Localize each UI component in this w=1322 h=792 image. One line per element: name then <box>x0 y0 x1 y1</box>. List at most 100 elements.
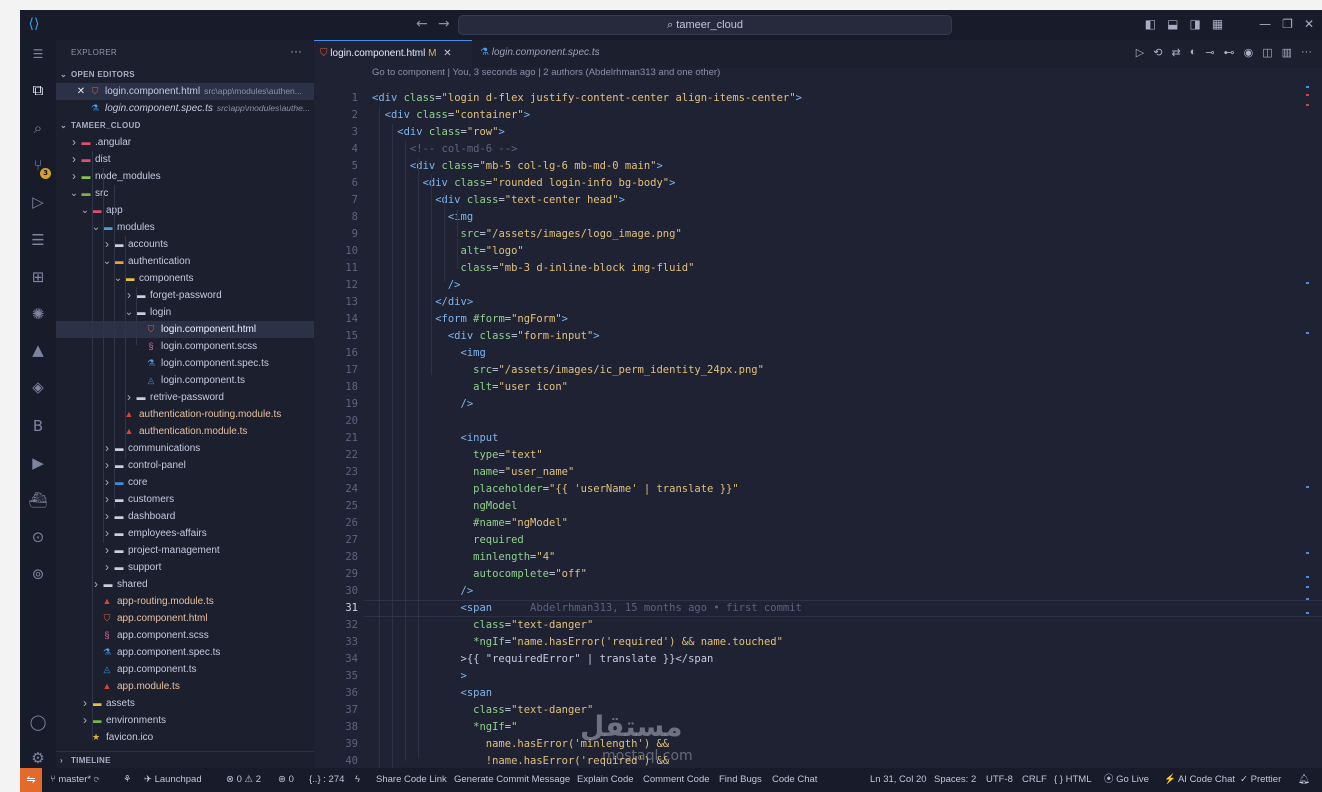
close-tab-icon[interactable]: ✕ <box>443 48 451 59</box>
open-preview-icon[interactable]: ◫ <box>1262 46 1272 59</box>
line-endings[interactable]: CRLF <box>1022 768 1047 792</box>
tree-file[interactable]: § login.component.scss <box>56 338 314 355</box>
tree-folder[interactable]: › ▬ shared <box>56 576 314 593</box>
code-line[interactable]: *ngIf=" <box>372 719 517 736</box>
go-live-status[interactable]: ⦿ Go Live <box>1104 768 1149 792</box>
search-icon[interactable]: ⌕ <box>28 118 48 138</box>
ai-code-chat-status[interactable]: ⚡ AI Code Chat <box>1164 768 1235 792</box>
encoding[interactable]: UTF-8 <box>986 768 1013 792</box>
code-line[interactable]: <div class="mb-5 col-lg-6 mb-md-0 main"> <box>372 158 663 175</box>
code-chat[interactable]: Code Chat <box>772 768 817 792</box>
code-line[interactable]: name="user_name" <box>372 464 574 481</box>
tree-folder[interactable]: ⌄ ▬ authentication <box>56 253 314 270</box>
code-line[interactable]: <img <box>372 345 486 362</box>
code-line[interactable]: placeholder="{{ 'userName' | translate }… <box>372 481 739 498</box>
minimize-icon[interactable]: — <box>1259 16 1271 32</box>
tree-file[interactable]: ◬ login.component.ts <box>56 372 314 389</box>
codelens-breadcrumb[interactable]: Go to component | You, 3 seconds ago | 2… <box>372 67 720 78</box>
customize-layout-icon[interactable]: ▦ <box>1212 16 1223 32</box>
go-live-icon[interactable]: ◉ <box>1244 46 1254 59</box>
code-line[interactable]: alt="user icon" <box>372 379 568 396</box>
problems-status[interactable]: ⊗ 0 ⚠ 2 <box>226 768 261 792</box>
tree-file[interactable]: ⚗ app.component.spec.ts <box>56 644 314 661</box>
indentation[interactable]: Spaces: 2 <box>934 768 976 792</box>
tree-file[interactable]: ▲ app-routing.module.ts <box>56 593 314 610</box>
open-editor-item[interactable]: ✕ ⛉ login.component.html src\app\modules\au… <box>56 83 314 100</box>
generate-commit-message[interactable]: Generate Commit Message <box>454 768 570 792</box>
tree-folder[interactable]: › ▬ accounts <box>56 236 314 253</box>
explorer-icon[interactable]: ⧉ <box>28 80 48 100</box>
restore-icon[interactable]: ❐ <box>1282 16 1293 32</box>
tree-folder[interactable]: › ▬ support <box>56 559 314 576</box>
history-icon[interactable]: ⟲ <box>1153 46 1162 59</box>
code-line[interactable]: <span <box>372 685 493 702</box>
launchpad-status[interactable]: ✈ Launchpad <box>144 768 202 792</box>
tree-file[interactable]: ◬ app.component.ts <box>56 661 314 678</box>
code-line[interactable]: class="mb-3 d-inline-block img-fluid" <box>372 260 695 277</box>
gitlens-icon[interactable]: ◈ <box>28 377 48 397</box>
git-graph-icon[interactable]: ⊙ <box>28 527 48 547</box>
angular-icon[interactable]: ▲ <box>28 340 48 360</box>
settings-gear-icon[interactable]: ⚙ <box>28 748 48 768</box>
tab-login-component-html[interactable]: ⛉ login.component.html M ✕ <box>314 40 472 68</box>
tree-folder[interactable]: › ▬ forget-password <box>56 287 314 304</box>
blackbox-icon[interactable]: B <box>28 416 48 436</box>
bolt-icon[interactable]: ϟ <box>355 768 360 792</box>
open-changes-icon[interactable]: ◐ <box>1190 46 1197 59</box>
open-editor-item[interactable]: ⚗ login.component.spec.ts src\app\modules\… <box>56 100 314 117</box>
more-icon[interactable]: ··· <box>1301 46 1312 59</box>
code-line[interactable]: ngModel <box>372 498 517 515</box>
extensions-list-icon[interactable]: ☰ <box>28 230 48 250</box>
tree-folder[interactable]: › ▬ retrive-password <box>56 389 314 406</box>
tree-folder[interactable]: ⌄ ▬ modules <box>56 219 314 236</box>
close-editor-icon[interactable]: ✕ <box>76 83 86 100</box>
code-line[interactable]: minlength="4" <box>372 549 555 566</box>
selection-status[interactable]: {..} : 274 <box>309 768 344 792</box>
explain-code[interactable]: Explain Code <box>577 768 634 792</box>
prettier-status[interactable]: ✓ Prettier <box>1240 768 1281 792</box>
toggle-panel-icon[interactable]: ⬓ <box>1167 16 1178 32</box>
tree-file[interactable]: ▲ authentication-routing.module.ts <box>56 406 314 423</box>
code-line[interactable]: <input <box>372 430 499 447</box>
code-line[interactable]: >{{ "requiredError" | translate }}</span <box>372 651 714 668</box>
notifications-icon[interactable]: 🔔︎ <box>1298 768 1310 792</box>
tree-folder[interactable]: › ▬ employees-affairs <box>56 525 314 542</box>
tree-folder[interactable]: › ▬ assets <box>56 695 314 712</box>
remote-explorer-icon[interactable]: ⊚ <box>28 564 48 584</box>
tree-folder[interactable]: ⌄ ▬ components <box>56 270 314 287</box>
tree-folder[interactable]: › ▬ project-management <box>56 542 314 559</box>
forward-arrow-icon[interactable]: → <box>438 16 450 32</box>
code-line[interactable]: #name="ngModel" <box>372 515 568 532</box>
tree-file[interactable]: ▲ app.module.ts <box>56 678 314 695</box>
tree-file[interactable]: ▲ authentication.module.ts <box>56 423 314 440</box>
language-mode[interactable]: { } HTML <box>1054 768 1092 792</box>
tree-file[interactable]: ⛉ login.component.html <box>56 321 314 338</box>
code-line[interactable]: /> <box>372 396 474 413</box>
account-icon[interactable]: ◯ <box>28 712 48 732</box>
tree-folder[interactable]: › ▬ core <box>56 474 314 491</box>
code-line[interactable]: /> <box>372 277 461 294</box>
code-line[interactable]: > <box>372 668 467 685</box>
remote-icon[interactable]: ⇋ <box>20 768 42 792</box>
tree-folder[interactable]: ⌄ ▬ src <box>56 185 314 202</box>
tree-file[interactable]: ⚗ login.component.spec.ts <box>56 355 314 372</box>
code-line[interactable]: alt="logo" <box>372 243 524 260</box>
docker-icon[interactable]: ⛴ <box>28 490 48 510</box>
tree-file[interactable]: ⛉ app.component.html <box>56 610 314 627</box>
run-debug-icon[interactable]: ▷ <box>28 192 48 212</box>
split-editor-icon[interactable]: ▥ <box>1282 46 1292 59</box>
code-line[interactable]: type="text" <box>372 447 543 464</box>
menu-icon[interactable]: ☰ <box>28 44 48 64</box>
code-editor[interactable]: 1 <div class="login d-flex justify-conten… <box>314 82 1322 768</box>
tree-folder[interactable]: › ▬ dashboard <box>56 508 314 525</box>
extensions-icon[interactable]: ⊞ <box>28 267 48 287</box>
code-line[interactable]: <div class="login d-flex justify-content… <box>372 90 802 107</box>
branch-status[interactable]: ⑂ master* ⟳ <box>50 768 99 792</box>
close-window-icon[interactable]: ✕ <box>1304 16 1314 32</box>
code-line[interactable]: <!-- col-md-6 --> <box>372 141 517 158</box>
openai-icon[interactable]: ✺ <box>28 304 48 324</box>
share-code-link[interactable]: Share Code Link <box>376 768 447 792</box>
toggle-secondary-sidebar-icon[interactable]: ◨ <box>1189 16 1200 32</box>
tree-file[interactable]: ★ favicon.ico <box>56 729 314 746</box>
run-icon[interactable]: ▷ <box>1136 46 1144 59</box>
